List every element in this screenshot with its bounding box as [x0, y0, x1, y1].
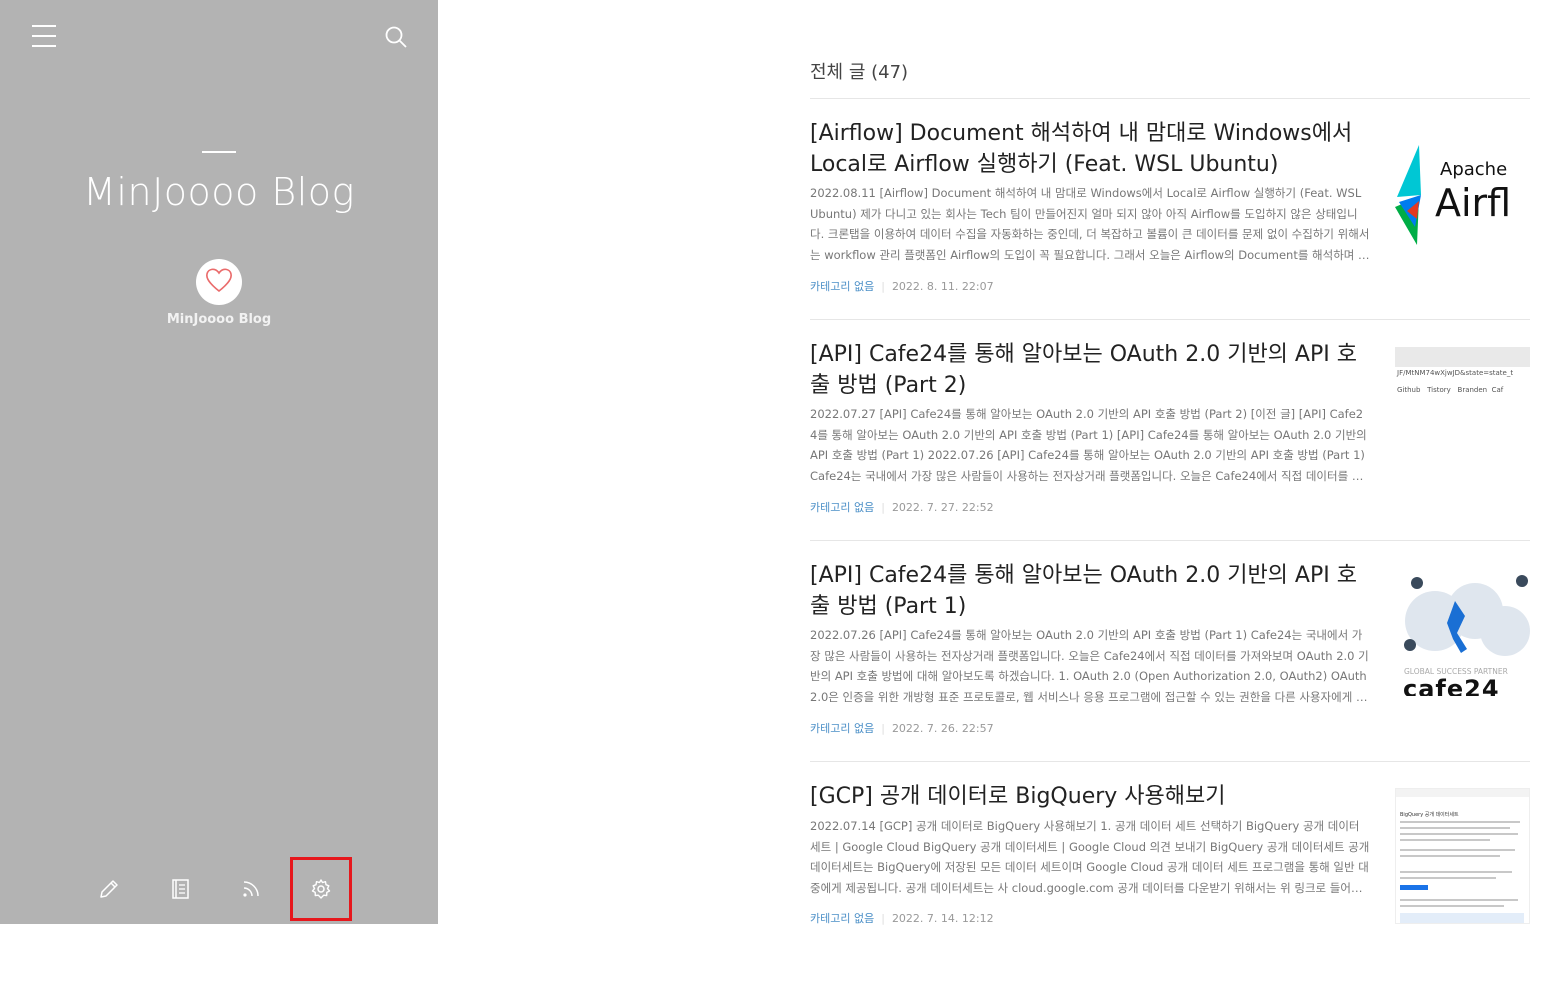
thumb-browser-bar: [1395, 347, 1530, 367]
heart-icon: [204, 266, 234, 298]
post-item[interactable]: [API] Cafe24를 통해 알아보는 OAuth 2.0 기반의 API …: [810, 541, 1530, 762]
post-date: 2022. 7. 26. 22:57: [891, 722, 994, 735]
blog-title[interactable]: MinJoooo Blog: [0, 170, 438, 214]
owner-name: MinJoooo Blog: [166, 312, 272, 327]
list-heading: 전체 글 (47): [810, 62, 909, 83]
post-item[interactable]: [Airflow] Document 해석하여 내 맘대로 Windows에서 …: [810, 99, 1530, 320]
post-meta: 카테고리 없음 | 2022. 7. 26. 22:57: [810, 722, 994, 735]
sidebar: MinJoooo Blog MinJoooo Blog: [0, 0, 438, 924]
rss-icon[interactable]: [236, 874, 266, 904]
post-excerpt: 2022.08.11 [Airflow] Document 해석하여 내 맘대로…: [810, 186, 1370, 263]
post-meta: 카테고리 없음 | 2022. 8. 11. 22:07: [810, 280, 994, 293]
avatar[interactable]: [196, 259, 242, 305]
thumb-bookmarks: Github Tistory Branden Caf: [1397, 386, 1504, 394]
post-category[interactable]: 카테고리 없음: [810, 501, 874, 514]
post-title[interactable]: [Airflow] Document 해석하여 내 맘대로 Windows에서 …: [810, 118, 1370, 180]
post-date: 2022. 7. 14. 12:12: [891, 912, 994, 925]
post-meta: 카테고리 없음 | 2022. 7. 27. 22:52: [810, 501, 994, 514]
thumb-text-bottom: Airfl: [1435, 181, 1512, 225]
post-item[interactable]: [GCP] 공개 데이터로 BigQuery 사용해보기 2022.07.14 …: [810, 762, 1530, 983]
post-excerpt: 2022.07.14 [GCP] 공개 데이터로 BigQuery 사용해보기 …: [810, 819, 1370, 896]
post-category[interactable]: 카테고리 없음: [810, 280, 874, 293]
cafe24-logo: cafe24: [1403, 675, 1500, 696]
post-title[interactable]: [GCP] 공개 데이터로 BigQuery 사용해보기: [810, 781, 1370, 812]
post-excerpt: 2022.07.26 [API] Cafe24를 통해 알아보는 OAuth 2…: [810, 628, 1369, 705]
thumb-text-top: Apache: [1440, 159, 1508, 180]
post-title[interactable]: [API] Cafe24를 통해 알아보는 OAuth 2.0 기반의 API …: [810, 560, 1370, 622]
post-category[interactable]: 카테고리 없음: [810, 912, 874, 925]
post-thumbnail[interactable]: GLOBAL SUCCESS PARTNER cafe24: [1395, 571, 1530, 696]
menu-icon[interactable]: [30, 25, 58, 49]
post-item[interactable]: [API] Cafe24를 통해 알아보는 OAuth 2.0 기반의 API …: [810, 320, 1530, 541]
post-excerpt: 2022.07.27 [API] Cafe24를 통해 알아보는 OAuth 2…: [810, 407, 1367, 484]
post-date: 2022. 8. 11. 22:07: [891, 280, 994, 293]
thumb-url: JF/MtNM74wXjwJD&state=state_t: [1397, 369, 1514, 377]
book-icon[interactable]: [165, 874, 195, 904]
post-category[interactable]: 카테고리 없음: [810, 722, 874, 735]
thumb-toolbar: [1396, 789, 1529, 797]
search-icon[interactable]: [383, 24, 409, 50]
post-thumbnail[interactable]: JF/MtNM74wXjwJD&state=state_t Github Tis…: [1395, 347, 1530, 407]
sidebar-bottom-toolbar: [0, 868, 438, 912]
pencil-icon[interactable]: [94, 874, 124, 904]
thumb-page-title: BigQuery 공개 데이터세트: [1400, 812, 1459, 818]
post-title[interactable]: [API] Cafe24를 통해 알아보는 OAuth 2.0 기반의 API …: [810, 339, 1370, 401]
settings-highlight-box: [290, 857, 352, 921]
post-date: 2022. 7. 27. 22:52: [891, 501, 994, 514]
post-thumbnail[interactable]: BigQuery 공개 데이터세트: [1395, 788, 1530, 924]
post-thumbnail[interactable]: Apache Airfl: [1395, 137, 1530, 262]
title-divider: [202, 151, 236, 153]
